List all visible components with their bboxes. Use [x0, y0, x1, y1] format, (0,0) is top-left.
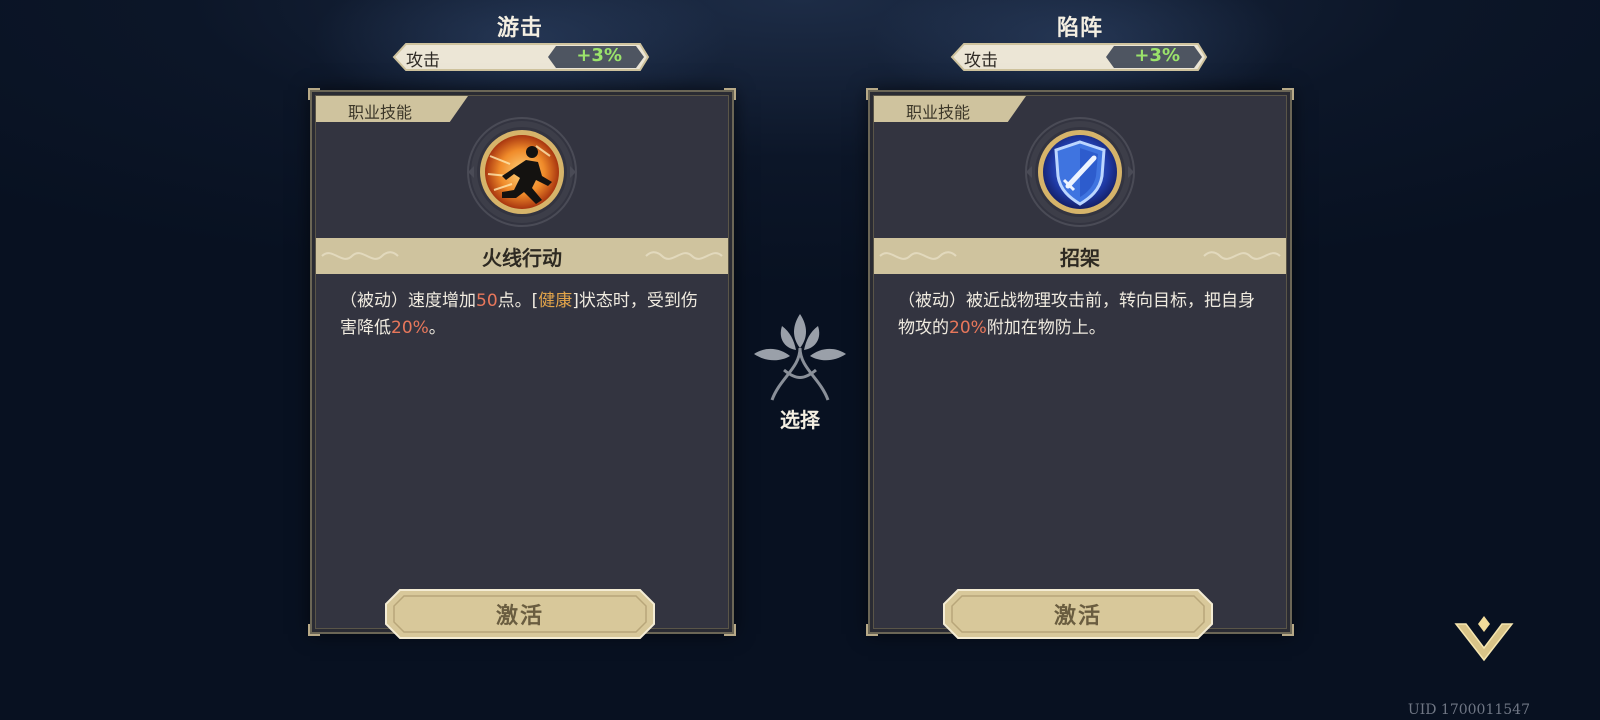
card-corner	[1282, 624, 1294, 636]
card-corner	[308, 624, 320, 636]
card-corner	[866, 624, 878, 636]
class-title-left: 游击	[496, 15, 543, 41]
class-title-right: 陷阵	[1056, 15, 1103, 41]
activate-button-label: 激活	[1053, 603, 1102, 629]
highlight-number: 20%	[391, 318, 429, 338]
skill-name-bar: 招架	[874, 238, 1286, 274]
chevron-down-icon[interactable]	[1452, 610, 1516, 670]
skill-card-left: 职业技能 火线行动 （被动）速度增加50点。[健康]状态时，受到伤害降低20%。	[308, 88, 736, 636]
uid-label: UID 1700011547	[1407, 702, 1530, 718]
stat-value: +3%	[1134, 45, 1180, 66]
skill-description: （被动）速度增加50点。[健康]状态时，受到伤害降低20%。	[340, 291, 698, 338]
category-label: 职业技能	[906, 103, 971, 122]
card-corner	[724, 624, 736, 636]
stat-pill-right: 攻击 +3%	[944, 42, 1210, 72]
tree-emblem-icon	[740, 308, 860, 408]
shield-sword-icon[interactable]	[1024, 116, 1136, 228]
running-figure-fire-icon[interactable]	[466, 116, 578, 228]
select-label: 选择	[780, 408, 820, 432]
stat-pill-left: 攻击 +3%	[386, 42, 652, 72]
stat-value: +3%	[576, 45, 622, 66]
stat-label: 攻击	[964, 51, 998, 71]
skill-card-right: 职业技能 招架 （被动）被近战物理攻击前，转向目标，把自身物攻的20%附加在物防…	[866, 88, 1294, 636]
card-corner	[724, 88, 736, 100]
activate-button-left[interactable]: 激活	[384, 588, 656, 640]
highlight-number: 20%	[949, 318, 987, 338]
category-label: 职业技能	[348, 103, 413, 122]
activate-button-label: 激活	[495, 603, 544, 629]
highlight-status-tag: 健康	[538, 291, 573, 311]
skill-name: 招架	[1060, 246, 1100, 270]
skill-name-bar: 火线行动	[316, 238, 728, 274]
skill-name: 火线行动	[482, 246, 562, 270]
category-tab: 职业技能	[316, 96, 468, 122]
category-tab: 职业技能	[874, 96, 1026, 122]
highlight-number: 50	[476, 291, 498, 311]
stat-label: 攻击	[406, 51, 440, 71]
skill-description: （被动）被近战物理攻击前，转向目标，把自身物攻的20%附加在物防上。	[898, 291, 1255, 338]
card-corner	[1282, 88, 1294, 100]
activate-button-right[interactable]: 激活	[942, 588, 1214, 640]
